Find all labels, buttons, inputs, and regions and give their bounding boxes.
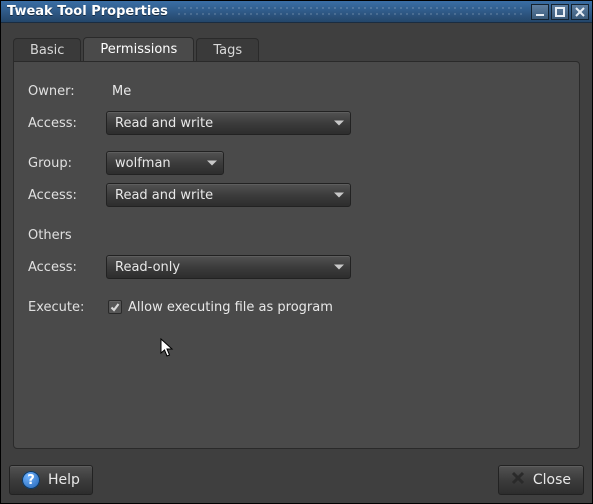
group-dropdown[interactable]: wolfman bbox=[106, 151, 224, 175]
tab-bar: Basic Permissions Tags bbox=[13, 37, 580, 61]
chevron-down-icon bbox=[334, 121, 344, 126]
owner-label: Owner: bbox=[28, 84, 106, 99]
others-access-dropdown[interactable]: Read-only bbox=[106, 255, 351, 279]
owner-section: Owner: Me Access: Read and write bbox=[28, 78, 565, 136]
others-access-value: Read-only bbox=[115, 260, 180, 275]
group-access-label: Access: bbox=[28, 188, 106, 203]
window-close-button[interactable] bbox=[571, 4, 589, 20]
help-icon: ? bbox=[22, 471, 40, 489]
help-button[interactable]: ? Help bbox=[9, 465, 93, 495]
others-heading: Others bbox=[28, 228, 72, 243]
dialog-footer: ? Help Close bbox=[1, 459, 592, 503]
maximize-icon bbox=[555, 7, 565, 17]
chevron-down-icon bbox=[334, 193, 344, 198]
close-icon bbox=[575, 7, 585, 17]
group-label: Group: bbox=[28, 156, 106, 171]
owner-access-dropdown[interactable]: Read and write bbox=[106, 111, 351, 135]
close-button-label: Close bbox=[533, 472, 571, 488]
owner-value: Me bbox=[106, 84, 131, 99]
tab-permissions[interactable]: Permissions bbox=[83, 37, 194, 61]
help-button-label: Help bbox=[48, 472, 80, 488]
execute-checkbox-label: Allow executing file as program bbox=[128, 300, 333, 315]
maximize-button[interactable] bbox=[551, 4, 569, 20]
window-controls bbox=[531, 4, 589, 20]
group-access-dropdown[interactable]: Read and write bbox=[106, 183, 351, 207]
tab-panel-permissions: Owner: Me Access: Read and write Group: … bbox=[13, 61, 580, 449]
owner-access-label: Access: bbox=[28, 116, 106, 131]
close-button[interactable]: Close bbox=[498, 465, 584, 495]
minimize-button[interactable] bbox=[531, 4, 549, 20]
group-access-value: Read and write bbox=[115, 188, 213, 203]
tab-tags[interactable]: Tags bbox=[196, 38, 259, 62]
tab-basic[interactable]: Basic bbox=[13, 38, 81, 62]
window-content: Basic Permissions Tags Owner: Me Access:… bbox=[1, 23, 592, 459]
minimize-icon bbox=[535, 7, 545, 17]
window-title: Tweak Tool Properties bbox=[7, 4, 168, 19]
others-section: Others Access: Read-only bbox=[28, 222, 565, 280]
others-access-label: Access: bbox=[28, 260, 106, 275]
close-icon bbox=[511, 471, 525, 489]
owner-access-value: Read and write bbox=[115, 116, 213, 131]
execute-checkbox[interactable] bbox=[108, 300, 122, 314]
check-icon bbox=[110, 302, 120, 312]
group-section: Group: wolfman Access: Read and write bbox=[28, 150, 565, 208]
cursor-icon bbox=[160, 338, 176, 360]
execute-row: Execute: Allow executing file as program bbox=[28, 294, 565, 320]
properties-window: Tweak Tool Properties Basic Permissions … bbox=[0, 0, 593, 504]
titlebar[interactable]: Tweak Tool Properties bbox=[1, 1, 592, 23]
group-value: wolfman bbox=[115, 156, 171, 171]
chevron-down-icon bbox=[207, 161, 217, 166]
execute-label: Execute: bbox=[28, 300, 106, 315]
titlebar-grip bbox=[176, 5, 523, 19]
chevron-down-icon bbox=[334, 265, 344, 270]
